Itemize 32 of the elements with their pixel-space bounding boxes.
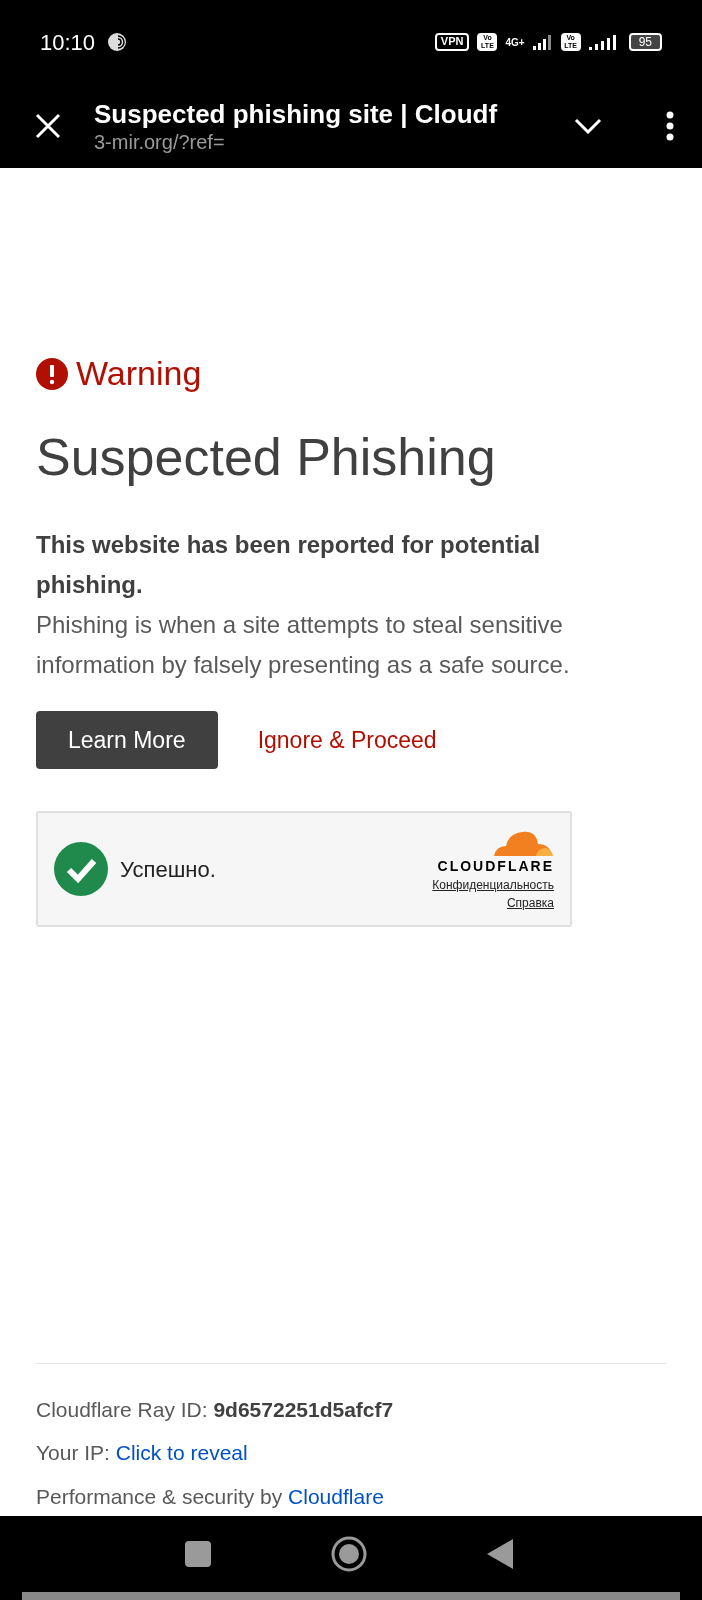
- warning-label: Warning: [76, 353, 202, 394]
- success-check-icon: [54, 842, 108, 896]
- network-type: 4G+: [505, 35, 525, 50]
- vpn-indicator: VPN: [434, 33, 470, 51]
- heading: Suspected Phishing: [36, 427, 497, 488]
- signal-icon: [532, 34, 553, 50]
- performance-label: Performance & security by: [36, 1483, 284, 1510]
- app-status-icon: [107, 32, 128, 52]
- clock: 10:10: [40, 28, 96, 57]
- battery-level: 95: [628, 33, 662, 51]
- signal-icon: [588, 34, 617, 50]
- reveal-ip-link[interactable]: Click to reveal: [115, 1437, 248, 1469]
- brand-wordmark: CLOUDFLARE: [437, 857, 554, 876]
- ray-id-value: 9d6572251d5afcf7: [213, 1396, 394, 1423]
- back-icon[interactable]: [487, 1539, 513, 1569]
- success-text: Успешно.: [120, 855, 216, 884]
- page-title: Suspected phishing site | Cloudf: [94, 98, 499, 130]
- warning-description: Phishing is when a site attempts to steal sensitive information by falsely presenting as a safe source.: [36, 610, 571, 680]
- warning-lead: This website has been reported for potential phishing.: [36, 530, 542, 600]
- footer-link[interactable]: Конфиденциальность: [432, 876, 554, 894]
- ray-id-label: Cloudflare Ray ID:: [36, 1396, 209, 1423]
- cloudflare-link[interactable]: Cloudflare: [288, 1480, 384, 1512]
- footer-link[interactable]: Справка: [506, 894, 554, 912]
- more-options-icon[interactable]: [666, 111, 674, 141]
- page-url: 3-mir.org/?ref=: [94, 130, 226, 154]
- close-icon[interactable]: [34, 112, 62, 140]
- learn-more-button[interactable]: Learn More: [36, 711, 218, 769]
- ip-label: Your IP:: [36, 1440, 111, 1466]
- ignore-link[interactable]: Ignore & Proceed: [257, 722, 437, 758]
- chevron-down-icon[interactable]: [574, 118, 602, 134]
- alert-icon: [36, 357, 68, 390]
- home-icon[interactable]: [331, 1536, 367, 1572]
